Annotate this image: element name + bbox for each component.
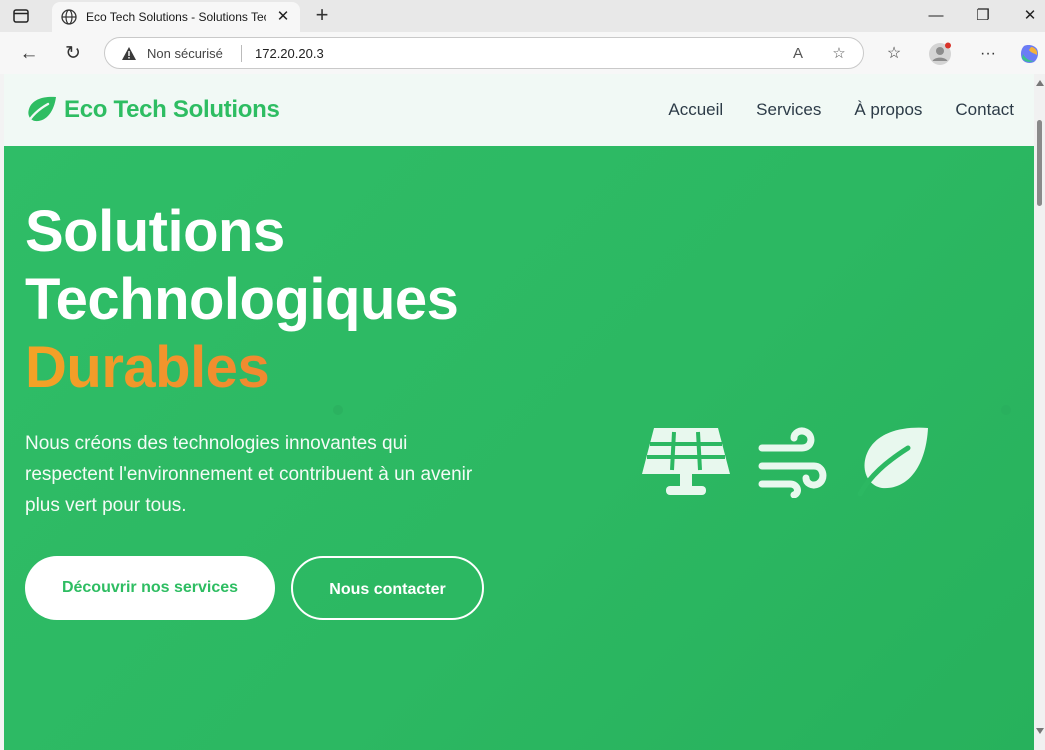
hero-section: Solutions Technologiques Durables Nous c…: [4, 146, 1034, 750]
tab-actions-icon[interactable]: [12, 7, 30, 25]
decorative-dot: [1001, 405, 1011, 415]
close-tab-icon[interactable]: ✕: [274, 8, 292, 26]
discover-services-button[interactable]: Découvrir nos services: [25, 556, 275, 620]
wind-icon: [758, 427, 827, 498]
nav-item-a-propos[interactable]: À propos: [854, 100, 922, 120]
nav-item-services[interactable]: Services: [756, 100, 821, 120]
url-text[interactable]: 172.20.20.3: [255, 46, 324, 61]
globe-icon: [60, 8, 78, 26]
leaf-logo-icon: [25, 96, 56, 125]
new-tab-icon[interactable]: +: [310, 4, 334, 28]
site-logo[interactable]: Eco Tech Solutions: [24, 94, 280, 126]
favorites-icon[interactable]: ☆: [882, 42, 906, 66]
browser-toolbar: ← ↻ Non sécurisé 172.20.20.3 A ☆ ☆ ···: [0, 32, 1045, 74]
favorite-star-icon[interactable]: ☆: [829, 44, 849, 64]
back-icon[interactable]: ←: [18, 43, 40, 65]
hero-title-accent: Durables: [25, 334, 545, 402]
tab-title: Eco Tech Solutions - Solutions Tec: [86, 10, 266, 24]
scroll-up-icon[interactable]: [1036, 80, 1044, 86]
main-nav: Accueil Services À propos Contact: [635, 100, 1014, 120]
leaf-icon: [857, 427, 928, 497]
security-label[interactable]: Non sécurisé: [147, 46, 223, 61]
site-header: Eco Tech Solutions Accueil Services À pr…: [4, 74, 1034, 146]
hero-title-line1: Solutions: [25, 199, 285, 264]
reload-icon[interactable]: ↻: [62, 43, 84, 65]
solar-panel-icon: [642, 428, 730, 495]
scroll-down-icon[interactable]: [1036, 728, 1044, 734]
more-options-icon[interactable]: ···: [976, 42, 1000, 66]
hero-title-line2: Technologiques: [25, 267, 459, 332]
copilot-icon[interactable]: [1018, 42, 1042, 66]
hero-icon-group: [640, 426, 930, 498]
hero-title: Solutions Technologiques Durables: [25, 198, 545, 402]
page-viewport: Eco Tech Solutions Accueil Services À pr…: [4, 74, 1034, 750]
restore-icon[interactable]: ❐: [969, 4, 997, 28]
decorative-dot: [333, 405, 343, 415]
address-bar[interactable]: Non sécurisé 172.20.20.3 A ☆: [104, 37, 864, 69]
scroll-thumb[interactable]: [1037, 120, 1042, 206]
close-window-icon[interactable]: ✕: [1016, 4, 1044, 28]
separator: [241, 45, 242, 62]
nav-item-accueil[interactable]: Accueil: [668, 100, 723, 120]
page-scrollbar[interactable]: [1034, 74, 1045, 750]
brand-name: Eco Tech Solutions: [64, 96, 280, 123]
nav-item-contact[interactable]: Contact: [955, 100, 1014, 120]
browser-tab-bar: Eco Tech Solutions - Solutions Tec ✕ + —…: [0, 0, 1045, 32]
warning-icon[interactable]: [121, 46, 137, 61]
browser-tab[interactable]: Eco Tech Solutions - Solutions Tec ✕: [52, 2, 300, 32]
profile-avatar-icon[interactable]: [928, 42, 952, 66]
minimize-icon[interactable]: —: [922, 4, 950, 28]
contact-us-button[interactable]: Nous contacter: [291, 556, 484, 620]
hero-description: Nous créons des technologies innovantes …: [25, 433, 473, 516]
read-aloud-icon[interactable]: A: [788, 44, 808, 64]
